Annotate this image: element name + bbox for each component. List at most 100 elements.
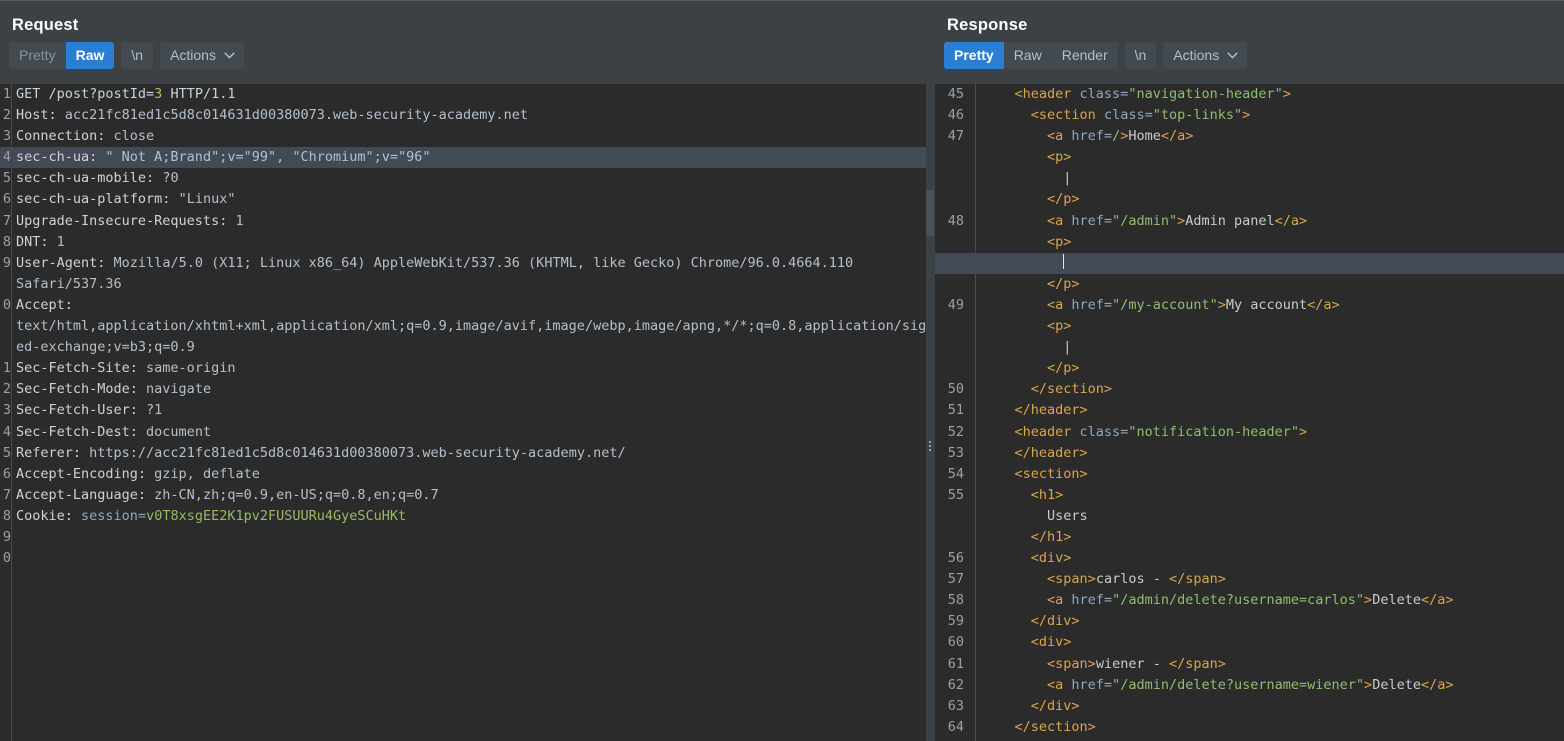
panel-splitter[interactable] xyxy=(926,84,935,741)
code-line[interactable]: 60 <div> xyxy=(935,632,1564,653)
code-line[interactable]: | xyxy=(935,337,1564,358)
code-line[interactable]: 56 <div> xyxy=(935,548,1564,569)
code-line[interactable]: 50 </section> xyxy=(935,379,1564,400)
code-line[interactable]: Users xyxy=(935,506,1564,527)
code-line[interactable] xyxy=(935,252,1564,274)
line-number: 9 xyxy=(2,254,11,271)
code-line[interactable]: <p> xyxy=(935,232,1564,253)
code-line[interactable]: 9 User-Agent: Mozilla/5.0 (X11; Linux x86… xyxy=(0,253,935,274)
code-line[interactable]: 7 Upgrade-Insecure-Requests: 1 xyxy=(0,211,935,232)
code-line[interactable]: <p> xyxy=(935,147,1564,168)
code-line-text: User-Agent: Mozilla/5.0 (X11; Linux x86_… xyxy=(16,254,854,271)
line-number: 60 xyxy=(947,634,964,651)
code-line[interactable]: 4 Sec-Fetch-Dest: document xyxy=(0,422,935,443)
response-scrollbar-thumb[interactable] xyxy=(926,190,934,236)
code-line[interactable]: 3 Sec-Fetch-User: ?1 xyxy=(0,400,935,421)
code-line[interactable]: 8 DNT: 1 xyxy=(0,232,935,253)
code-line[interactable]: 48 <a href="/admin">Admin panel</a> xyxy=(935,211,1564,232)
code-line[interactable]: 61 <span>wiener - </span> xyxy=(935,654,1564,675)
line-number: 56 xyxy=(947,550,964,567)
response-actions-button[interactable]: Actions xyxy=(1163,42,1248,69)
code-line[interactable]: </h1> xyxy=(935,527,1564,548)
response-panel: Response Pretty Raw Render \n Actions 45… xyxy=(935,2,1564,741)
response-newline-toggle[interactable]: \n xyxy=(1124,42,1157,69)
line-number: 59 xyxy=(947,613,964,630)
code-line[interactable]: </p> xyxy=(935,358,1564,379)
request-newline-toggle[interactable]: \n xyxy=(121,42,154,69)
splitter-grip-icon[interactable] xyxy=(929,441,931,451)
code-line[interactable]: Safari/537.36 xyxy=(0,274,935,295)
response-code[interactable]: 45 <header class="navigation-header"> 46 … xyxy=(935,84,1564,741)
line-number: 61 xyxy=(947,655,964,672)
line-number: 0 xyxy=(2,550,11,567)
code-line-text: <div> xyxy=(1030,550,1072,567)
line-number: 1 xyxy=(2,86,11,102)
code-line[interactable]: </p> xyxy=(935,274,1564,295)
response-editor[interactable]: 45 <header class="navigation-header"> 46 … xyxy=(935,84,1564,741)
code-line[interactable]: 49 <a href="/my-account">My account</a> xyxy=(935,295,1564,316)
code-line[interactable]: 45 <header class="navigation-header"> xyxy=(935,84,1564,105)
code-line[interactable]: 54 <section> xyxy=(935,464,1564,485)
request-code[interactable]: 1 GET /post?postId=3 HTTP/1.1 2 Host: acc21… xyxy=(0,84,935,741)
code-line-text: <p> xyxy=(1047,318,1072,335)
code-line[interactable]: </p> xyxy=(935,189,1564,210)
code-line[interactable]: 58 <a href="/admin/delete?username=carlo… xyxy=(935,590,1564,611)
code-line[interactable]: 53 </header> xyxy=(935,443,1564,464)
request-raw-tab[interactable]: Raw xyxy=(65,42,115,69)
line-number: 4 xyxy=(2,149,11,166)
code-line[interactable]: 63 </div> xyxy=(935,696,1564,717)
code-line[interactable]: 51 </header> xyxy=(935,400,1564,421)
code-line[interactable]: 46 <section class="top-links"> xyxy=(935,105,1564,126)
line-number: 2 xyxy=(2,381,11,398)
request-pretty-tab[interactable]: Pretty xyxy=(9,42,66,69)
response-raw-tab[interactable]: Raw xyxy=(1004,42,1052,69)
code-line-text: <div> xyxy=(1030,634,1072,651)
line-number: 49 xyxy=(947,296,964,313)
code-line[interactable]: 2 Sec-Fetch-Mode: navigate xyxy=(0,379,935,400)
code-line[interactable]: 47 <a href=/>Home</a> xyxy=(935,126,1564,147)
code-line[interactable]: 62 <a href="/admin/delete?username=wiene… xyxy=(935,675,1564,696)
code-line-text: sec-ch-ua: " Not A;Brand";v="99", "Chrom… xyxy=(16,149,431,166)
line-number: 46 xyxy=(947,107,964,124)
code-line[interactable]: 52 <header class="notification-header"> xyxy=(935,422,1564,443)
line-number xyxy=(935,274,969,295)
code-line[interactable]: 1 GET /post?postId=3 HTTP/1.1 xyxy=(0,84,935,105)
line-number: 64 xyxy=(947,718,964,735)
line-number xyxy=(935,189,969,210)
code-line[interactable]: <p> xyxy=(935,316,1564,337)
code-line[interactable]: 6 sec-ch-ua-platform: "Linux" xyxy=(0,189,935,210)
request-actions-button[interactable]: Actions xyxy=(160,42,244,69)
code-line-text: <a href="/admin/delete?username=carlos">… xyxy=(1047,592,1454,609)
line-number: 4 xyxy=(2,423,11,440)
code-line-text: Accept-Language: zh-CN,zh;q=0.9,en-US;q=… xyxy=(16,486,439,503)
code-line[interactable]: 5 Referer: https://acc21fc81ed1c5d8c01463… xyxy=(0,443,935,464)
code-line[interactable]: 5 sec-ch-ua-mobile: ?0 xyxy=(0,168,935,189)
code-line[interactable]: 64 </section> xyxy=(935,717,1564,738)
response-render-tab[interactable]: Render xyxy=(1052,42,1118,69)
code-line[interactable]: 6 Accept-Encoding: gzip, deflate xyxy=(0,464,935,485)
code-line[interactable]: 0 xyxy=(0,548,935,569)
chevron-down-icon xyxy=(1227,51,1238,59)
code-line[interactable]: 57 <span>carlos - </span> xyxy=(935,569,1564,590)
code-line[interactable]: 8 Cookie: session=v0T8xsgEE2K1pv2FUSUURu4… xyxy=(0,506,935,527)
line-number: 48 xyxy=(947,212,964,229)
code-line[interactable]: 9 xyxy=(0,527,935,548)
response-pretty-tab[interactable]: Pretty xyxy=(944,42,1004,69)
request-panel: Request Pretty Raw \n Actions 1 GET /post… xyxy=(0,2,935,741)
code-line[interactable]: ed-exchange;v=b3;q=0.9 xyxy=(0,337,935,358)
code-line[interactable]: 7 Accept-Language: zh-CN,zh;q=0.9,en-US;q… xyxy=(0,485,935,506)
line-number xyxy=(935,168,969,189)
request-editor[interactable]: 1 GET /post?postId=3 HTTP/1.1 2 Host: acc21… xyxy=(0,84,935,741)
code-line[interactable]: 4 sec-ch-ua: " Not A;Brand";v="99", "Chro… xyxy=(0,147,935,169)
line-number: 6 xyxy=(2,465,11,482)
code-line[interactable]: | xyxy=(935,168,1564,189)
code-line[interactable]: 0 Accept: xyxy=(0,295,935,316)
code-line[interactable]: 3 Connection: close xyxy=(0,126,935,147)
code-line-text: Connection: close xyxy=(16,128,155,145)
code-line[interactable]: 55 <h1> xyxy=(935,485,1564,506)
code-line[interactable]: text/html,application/xhtml+xml,applicat… xyxy=(0,316,935,337)
code-line[interactable]: 2 Host: acc21fc81ed1c5d8c014631d00380073.… xyxy=(0,105,935,126)
line-number: 50 xyxy=(947,381,964,398)
code-line[interactable]: 1 Sec-Fetch-Site: same-origin xyxy=(0,358,935,379)
code-line[interactable]: 59 </div> xyxy=(935,611,1564,632)
